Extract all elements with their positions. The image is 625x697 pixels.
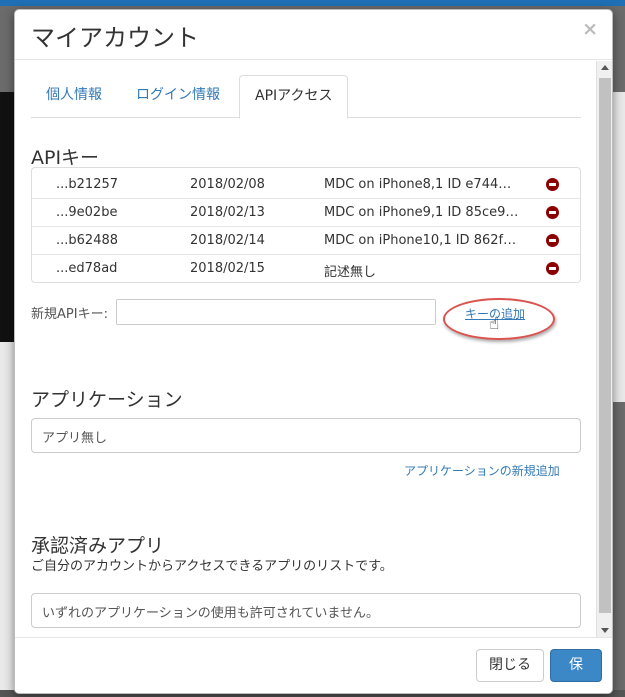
- close-button[interactable]: 閉じる: [476, 649, 544, 682]
- api-key-suffix: ...ed78ad: [56, 261, 118, 276]
- scroll-down-icon[interactable]: [601, 628, 609, 633]
- minus-circle-icon[interactable]: [546, 262, 559, 275]
- modal-footer: 閉じる 保存: [15, 637, 612, 693]
- tab-personal-info[interactable]: 個人情報: [31, 75, 117, 118]
- approved-apps-heading: 承認済みアプリ: [31, 535, 165, 557]
- tab-bar: 個人情報 ログイン情報 APIアクセス: [31, 75, 581, 119]
- scroll-up-icon[interactable]: [601, 65, 609, 70]
- modal-scrollbar[interactable]: [596, 61, 612, 637]
- table-row: ...ed78ad 2018/02/15 記述無し: [32, 255, 580, 283]
- api-keys-heading: APIキー: [31, 147, 100, 169]
- api-key-description: 記述無し: [324, 265, 377, 280]
- api-key-description: MDC on iPhone8,1 ID e744…: [324, 177, 512, 192]
- modal-header: マイアカウント ×: [15, 10, 612, 60]
- modal-body: 個人情報 ログイン情報 APIアクセス APIキー ...b21257 2018…: [15, 61, 596, 637]
- api-key-date: 2018/02/15: [190, 261, 265, 276]
- api-key-date: 2018/02/08: [190, 177, 265, 192]
- api-key-description: MDC on iPhone10,1 ID 862f…: [324, 233, 517, 248]
- minus-circle-icon[interactable]: [546, 234, 559, 247]
- new-api-key-input[interactable]: [116, 299, 436, 325]
- applications-list: アプリ無し: [31, 418, 581, 453]
- save-button[interactable]: 保存: [550, 649, 602, 693]
- tab-login-info[interactable]: ログイン情報: [121, 75, 235, 118]
- api-key-suffix: ...b21257: [56, 177, 119, 192]
- new-application-link[interactable]: アプリケーションの新規追加: [404, 462, 560, 479]
- hand-pointer-icon: ☝: [489, 314, 500, 334]
- modal-title: マイアカウント: [31, 24, 199, 52]
- api-key-date: 2018/02/14: [190, 233, 265, 248]
- api-key-date: 2018/02/13: [190, 205, 265, 220]
- background-page-panel-right: [612, 92, 625, 402]
- api-keys-table: ...b21257 2018/02/08 MDC on iPhone8,1 ID…: [31, 167, 581, 283]
- tab-api-access[interactable]: APIアクセス: [239, 75, 349, 119]
- applications-heading: アプリケーション: [31, 389, 183, 411]
- approved-apps-list: いずれのアプリケーションの使用も許可されていません。: [31, 593, 581, 628]
- background-page-topbar: [0, 0, 625, 6]
- table-row: ...9e02be 2018/02/13 MDC on iPhone9,1 ID…: [32, 199, 580, 227]
- api-key-suffix: ...9e02be: [56, 205, 118, 220]
- my-account-modal: マイアカウント × 個人情報 ログイン情報 APIアクセス APIキー ...b…: [14, 9, 613, 694]
- table-row: ...b62488 2018/02/14 MDC on iPhone10,1 I…: [32, 227, 580, 255]
- api-key-suffix: ...b62488: [56, 233, 119, 248]
- approved-apps-description: ご自分のアカウントからアクセスできるアプリのリストです。: [31, 559, 393, 574]
- minus-circle-icon[interactable]: [546, 178, 559, 191]
- scrollbar-thumb[interactable]: [599, 78, 611, 613]
- new-api-key-label: 新規APIキー:: [31, 307, 108, 322]
- api-key-description: MDC on iPhone9,1 ID 85ce9…: [324, 205, 519, 220]
- table-row: ...b21257 2018/02/08 MDC on iPhone8,1 ID…: [32, 171, 580, 199]
- close-icon[interactable]: ×: [582, 18, 598, 40]
- minus-circle-icon[interactable]: [546, 206, 559, 219]
